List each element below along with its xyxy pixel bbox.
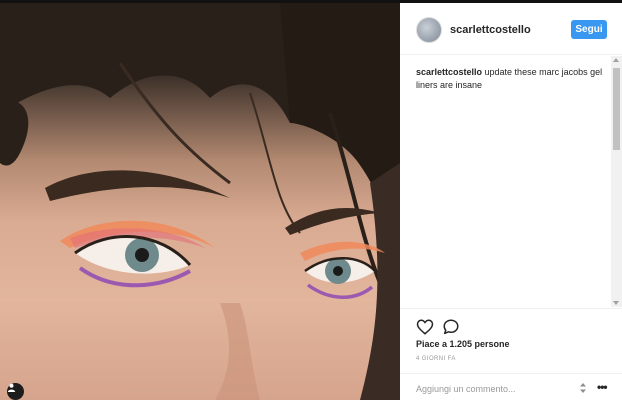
- post-photo[interactable]: [0, 3, 400, 400]
- scroll-up-arrow-icon[interactable]: [613, 58, 619, 62]
- tag-people-button[interactable]: [7, 383, 24, 400]
- post-side-panel: scarlettcostello Segui scarlettcostello …: [400, 3, 622, 400]
- caption-username[interactable]: scarlettcostello: [416, 67, 482, 77]
- avatar[interactable]: [416, 17, 442, 43]
- scroll-thumb[interactable]: [613, 68, 620, 150]
- close-up-eyes-image: [0, 3, 400, 400]
- ellipsis-icon[interactable]: •••: [597, 380, 608, 394]
- post-header: scarlettcostello Segui: [400, 3, 622, 55]
- comment-input[interactable]: [416, 382, 566, 396]
- comments-scrollbar[interactable]: [611, 56, 622, 307]
- heart-icon[interactable]: [416, 318, 434, 336]
- post-timestamp: 4 GIORNI FA: [416, 356, 456, 362]
- likes-count[interactable]: Piace a 1.205 persone: [416, 339, 510, 349]
- caption: scarlettcostello update these marc jacob…: [416, 66, 606, 92]
- speech-bubble-icon[interactable]: [442, 318, 460, 336]
- username-link[interactable]: scarlettcostello: [450, 24, 531, 36]
- follow-button[interactable]: Segui: [571, 20, 607, 39]
- scroll-down-arrow-icon[interactable]: [613, 301, 619, 305]
- up-down-arrows-icon[interactable]: [578, 382, 588, 394]
- user-tag-icon: [7, 383, 16, 392]
- comment-bar: •••: [400, 373, 622, 400]
- post-actions: Piace a 1.205 persone 4 GIORNI FA •••: [400, 308, 622, 400]
